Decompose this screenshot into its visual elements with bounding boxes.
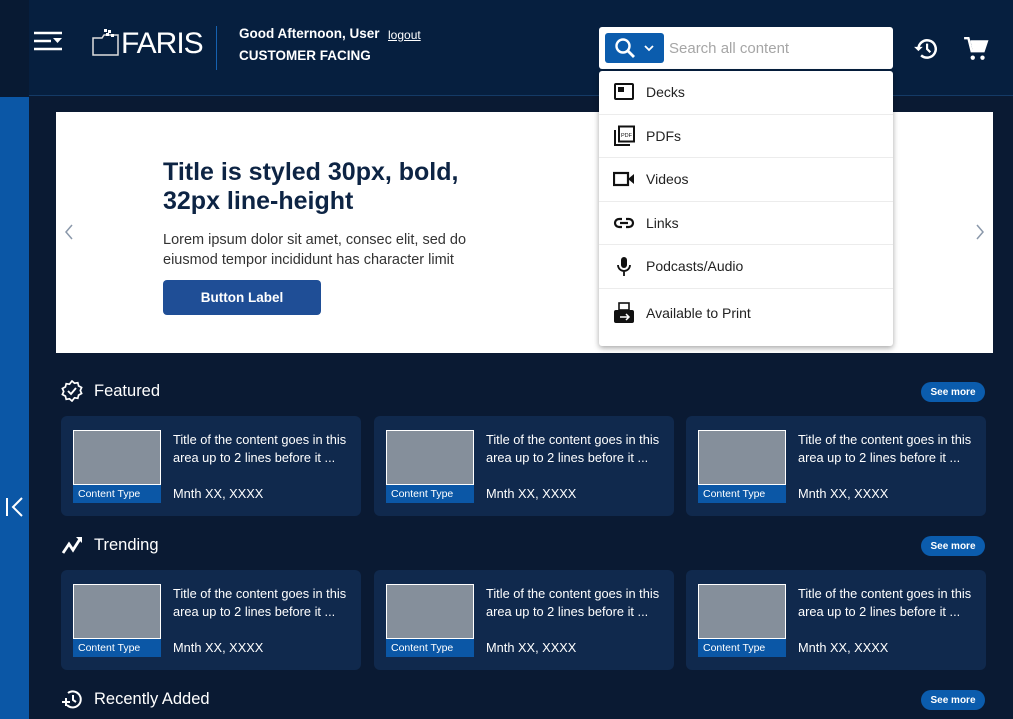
greeting: Good Afternoon, User <box>239 26 380 41</box>
carousel-prev-icon[interactable] <box>62 222 76 242</box>
section-heading-trending: Trending <box>61 534 159 556</box>
search-menu-item-videos[interactable]: Videos <box>599 158 893 202</box>
section-title: Featured <box>94 381 161 400</box>
see-more-button[interactable]: See more <box>921 536 985 556</box>
content-card[interactable]: Content Type Title of the content goes in… <box>374 416 674 516</box>
link-icon <box>613 217 635 228</box>
svg-text:PDF: PDF <box>621 133 633 139</box>
history-icon[interactable] <box>913 36 939 62</box>
content-card[interactable]: Content Type Title of the content goes in… <box>61 416 361 516</box>
menu-icon[interactable] <box>33 30 63 52</box>
search-menu-item-label: Decks <box>646 84 685 101</box>
content-title: Title of the content goes in this area u… <box>798 586 972 619</box>
content-title: Title of the content goes in this area u… <box>798 432 972 465</box>
section-title: Recently Added <box>94 689 210 708</box>
see-more-button[interactable]: See more <box>921 690 985 710</box>
content-date: Mnth XX, XXXX <box>173 486 264 501</box>
search-bar <box>599 27 893 69</box>
search-menu-item-pdfs[interactable]: PDF PDFs <box>599 115 893 158</box>
content-type-label: Content Type <box>73 485 161 503</box>
content-title: Title of the content goes in this area u… <box>173 586 347 619</box>
search-menu-item-label: PDFs <box>646 127 681 144</box>
header-divider <box>216 26 217 70</box>
content-card[interactable]: Content Type Title of the content goes in… <box>374 570 674 670</box>
content-card[interactable]: Content Type Title of the content goes in… <box>686 416 986 516</box>
sidebar-rail <box>0 97 29 719</box>
content-thumbnail <box>386 584 474 639</box>
content-card[interactable]: Content Type Title of the content goes in… <box>686 570 986 670</box>
deck-icon <box>614 83 634 101</box>
collapse-sidebar-icon[interactable] <box>3 495 25 519</box>
recently-added-icon <box>62 690 82 709</box>
search-menu-item-available-to-print[interactable]: Available to Print <box>599 289 893 338</box>
section-heading-recently-added: Recently Added <box>61 688 210 710</box>
logo-text: FARIS <box>121 27 204 60</box>
content-thumbnail <box>386 430 474 485</box>
content-thumbnail <box>698 430 786 485</box>
content-thumbnail <box>73 430 161 485</box>
search-menu-item-label: Links <box>646 214 679 231</box>
content-type-label: Content Type <box>698 485 786 503</box>
search-type-button[interactable] <box>605 33 664 63</box>
search-type-dropdown: Decks PDF PDFs Videos Links Podcasts/Audio Ava… <box>599 71 893 346</box>
content-type-label: Content Type <box>73 639 161 657</box>
search-menu-item-podcasts-audio[interactable]: Podcasts/Audio <box>599 245 893 289</box>
carousel-next-icon[interactable] <box>973 222 987 242</box>
trending-icon <box>61 537 82 554</box>
pdf-icon: PDF <box>614 125 635 146</box>
search-menu-item-links[interactable]: Links <box>599 202 893 245</box>
audience-label: CUSTOMER FACING <box>239 48 371 63</box>
content-title: Title of the content goes in this area u… <box>173 432 347 465</box>
search-input[interactable] <box>669 35 884 61</box>
content-date: Mnth XX, XXXX <box>486 486 577 501</box>
content-card[interactable]: Content Type Title of the content goes in… <box>61 570 361 670</box>
content-title: Title of the content goes in this area u… <box>486 586 660 619</box>
content-type-label: Content Type <box>386 485 474 503</box>
logout-link[interactable]: logout <box>388 28 421 42</box>
chevron-down-icon <box>644 45 654 52</box>
content-title: Title of the content goes in this area u… <box>486 432 660 465</box>
content-thumbnail <box>73 584 161 639</box>
content-date: Mnth XX, XXXX <box>486 640 577 655</box>
see-more-button[interactable]: See more <box>921 382 985 402</box>
search-menu-item-label: Videos <box>646 171 689 188</box>
microphone-icon <box>617 257 631 277</box>
hero-cta-button[interactable]: Button Label <box>163 280 321 315</box>
search-menu-item-label: Available to Print <box>646 305 751 321</box>
section-heading-featured: Featured <box>61 380 160 402</box>
search-menu-item-label: Podcasts/Audio <box>646 258 744 275</box>
verified-badge-icon <box>61 380 83 402</box>
content-date: Mnth XX, XXXX <box>173 640 264 655</box>
cart-icon[interactable] <box>963 36 989 62</box>
section-title: Trending <box>94 535 159 554</box>
search-menu-item-decks[interactable]: Decks <box>599 71 893 115</box>
sidebar-corner <box>0 0 30 97</box>
video-icon <box>613 172 634 187</box>
hero-description: Lorem ipsum dolor sit amet, consec elit,… <box>163 232 467 268</box>
content-date: Mnth XX, XXXX <box>798 486 889 501</box>
content-thumbnail <box>698 584 786 639</box>
content-type-label: Content Type <box>386 639 474 657</box>
faris-logo: FARIS <box>91 24 204 60</box>
content-date: Mnth XX, XXXX <box>798 640 889 655</box>
hero-title: Title is styled 30px, bold, 32px line-he… <box>163 158 459 215</box>
search-icon <box>615 38 635 58</box>
print-icon <box>614 302 634 323</box>
content-type-label: Content Type <box>698 639 786 657</box>
